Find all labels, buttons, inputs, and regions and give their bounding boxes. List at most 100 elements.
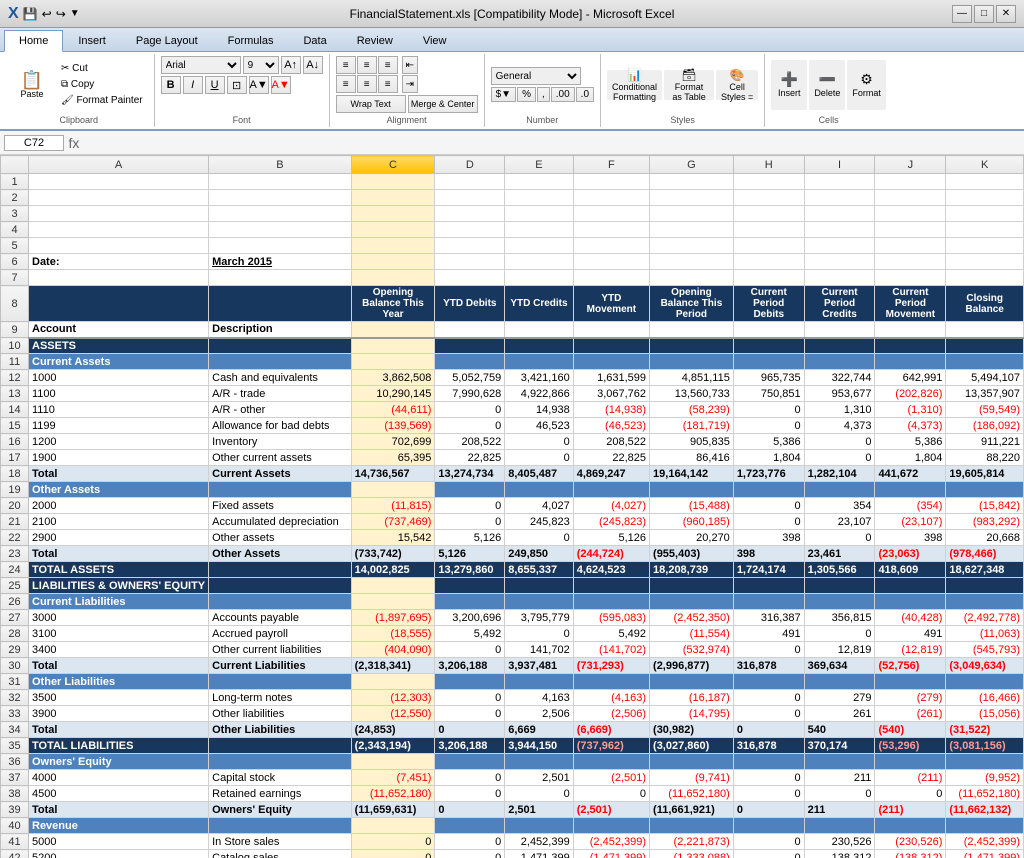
table-cell[interactable]: 4,624,523 bbox=[573, 562, 649, 578]
table-cell[interactable]: (2,501) bbox=[573, 802, 649, 818]
table-cell[interactable]: YTD Movement bbox=[573, 286, 649, 322]
table-cell[interactable]: 0 bbox=[804, 530, 875, 546]
table-cell[interactable]: 1900 bbox=[29, 450, 209, 466]
table-cell[interactable]: 2,506 bbox=[505, 706, 573, 722]
table-cell[interactable]: (141,702) bbox=[573, 642, 649, 658]
window-controls[interactable]: — □ ✕ bbox=[952, 5, 1016, 23]
table-cell[interactable]: 20,270 bbox=[650, 530, 734, 546]
table-cell[interactable]: 0 bbox=[733, 770, 804, 786]
table-cell[interactable]: (30,982) bbox=[650, 722, 734, 738]
col-D[interactable]: D bbox=[435, 156, 505, 174]
table-cell[interactable] bbox=[946, 206, 1024, 222]
table-cell[interactable] bbox=[946, 674, 1024, 690]
table-cell[interactable] bbox=[29, 286, 209, 322]
table-cell[interactable] bbox=[875, 754, 946, 770]
table-cell[interactable]: 356,815 bbox=[804, 610, 875, 626]
table-cell[interactable] bbox=[733, 338, 804, 354]
table-cell[interactable] bbox=[29, 238, 209, 254]
table-cell[interactable]: (7,451) bbox=[351, 770, 435, 786]
table-cell[interactable] bbox=[209, 174, 352, 190]
quick-access-toolbar[interactable]: X 💾 ↩ ↪ ▼ bbox=[8, 5, 80, 23]
table-cell[interactable]: 1,282,104 bbox=[804, 466, 875, 482]
table-cell[interactable]: Owners' Equity bbox=[209, 802, 352, 818]
tab-data[interactable]: Data bbox=[288, 30, 341, 51]
table-cell[interactable]: 86,416 bbox=[650, 450, 734, 466]
table-cell[interactable] bbox=[573, 338, 649, 354]
table-cell[interactable]: Opening Balance This Period bbox=[650, 286, 734, 322]
table-cell[interactable]: 3400 bbox=[29, 642, 209, 658]
table-cell[interactable]: 8,405,487 bbox=[505, 466, 573, 482]
table-cell[interactable]: (14,795) bbox=[650, 706, 734, 722]
table-cell[interactable]: Retained earnings bbox=[209, 786, 352, 802]
align-top-right-button[interactable]: ≡ bbox=[378, 56, 398, 74]
table-cell[interactable]: (9,952) bbox=[946, 770, 1024, 786]
table-cell[interactable]: 0 bbox=[351, 850, 435, 858]
table-cell[interactable] bbox=[505, 674, 573, 690]
table-cell[interactable]: (11,815) bbox=[351, 498, 435, 514]
format-as-table-button[interactable]: 🗃 Formatas Table bbox=[664, 70, 714, 100]
table-cell[interactable]: 3,944,150 bbox=[505, 738, 573, 754]
table-cell[interactable]: (11,554) bbox=[650, 626, 734, 642]
table-cell[interactable]: (2,343,194) bbox=[351, 738, 435, 754]
table-cell[interactable]: 211 bbox=[804, 770, 875, 786]
table-cell[interactable] bbox=[505, 174, 573, 190]
table-cell[interactable]: 1,804 bbox=[875, 450, 946, 466]
table-cell[interactable] bbox=[804, 190, 875, 206]
table-cell[interactable]: 8,655,337 bbox=[505, 562, 573, 578]
table-cell[interactable] bbox=[733, 578, 804, 594]
table-cell[interactable]: Long-term notes bbox=[209, 690, 352, 706]
table-cell[interactable]: 369,634 bbox=[804, 658, 875, 674]
col-G[interactable]: G bbox=[650, 156, 734, 174]
table-cell[interactable] bbox=[351, 322, 435, 338]
table-cell[interactable] bbox=[209, 594, 352, 610]
table-cell[interactable]: 0 bbox=[733, 802, 804, 818]
table-cell[interactable] bbox=[875, 322, 946, 338]
table-cell[interactable] bbox=[650, 222, 734, 238]
table-cell[interactable] bbox=[435, 206, 505, 222]
table-cell[interactable]: 0 bbox=[435, 786, 505, 802]
decrease-indent-button[interactable]: ⇤ bbox=[402, 56, 418, 74]
table-cell[interactable]: 3,067,762 bbox=[573, 386, 649, 402]
table-cell[interactable] bbox=[946, 270, 1024, 286]
table-cell[interactable] bbox=[573, 674, 649, 690]
table-cell[interactable]: 4,869,247 bbox=[573, 466, 649, 482]
table-cell[interactable]: (31,522) bbox=[946, 722, 1024, 738]
table-cell[interactable]: 1100 bbox=[29, 386, 209, 402]
table-cell[interactable] bbox=[505, 190, 573, 206]
font-color-button[interactable]: A▼ bbox=[271, 76, 291, 94]
table-cell[interactable]: 3,200,696 bbox=[435, 610, 505, 626]
table-cell[interactable] bbox=[435, 254, 505, 270]
table-cell[interactable]: (532,974) bbox=[650, 642, 734, 658]
table-cell[interactable]: 0 bbox=[505, 450, 573, 466]
table-cell[interactable]: (15,056) bbox=[946, 706, 1024, 722]
table-cell[interactable]: 2900 bbox=[29, 530, 209, 546]
table-cell[interactable] bbox=[733, 254, 804, 270]
table-cell[interactable] bbox=[875, 354, 946, 370]
table-cell[interactable] bbox=[209, 738, 352, 754]
bold-button[interactable]: B bbox=[161, 76, 181, 94]
table-cell[interactable]: (15,488) bbox=[650, 498, 734, 514]
table-cell[interactable] bbox=[733, 238, 804, 254]
table-cell[interactable] bbox=[875, 578, 946, 594]
table-cell[interactable] bbox=[209, 674, 352, 690]
table-cell[interactable]: 5,126 bbox=[435, 546, 505, 562]
col-A[interactable]: A bbox=[29, 156, 209, 174]
table-cell[interactable]: (1,897,695) bbox=[351, 610, 435, 626]
align-top-center-button[interactable]: ≡ bbox=[357, 56, 377, 74]
table-cell[interactable]: 491 bbox=[733, 626, 804, 642]
table-cell[interactable]: YTD Debits bbox=[435, 286, 505, 322]
table-cell[interactable] bbox=[804, 238, 875, 254]
table-cell[interactable]: 23,107 bbox=[804, 514, 875, 530]
table-cell[interactable]: 4,027 bbox=[505, 498, 573, 514]
tab-insert[interactable]: Insert bbox=[63, 30, 121, 51]
table-cell[interactable] bbox=[351, 338, 435, 354]
table-cell[interactable]: 4500 bbox=[29, 786, 209, 802]
table-cell[interactable]: 6,669 bbox=[505, 722, 573, 738]
table-cell[interactable]: 491 bbox=[875, 626, 946, 642]
table-cell[interactable]: (2,221,873) bbox=[650, 834, 734, 850]
table-cell[interactable]: (2,452,350) bbox=[650, 610, 734, 626]
table-cell[interactable]: 0 bbox=[435, 850, 505, 858]
table-cell[interactable]: (11,662,132) bbox=[946, 802, 1024, 818]
table-cell[interactable] bbox=[733, 354, 804, 370]
table-cell[interactable] bbox=[505, 818, 573, 834]
